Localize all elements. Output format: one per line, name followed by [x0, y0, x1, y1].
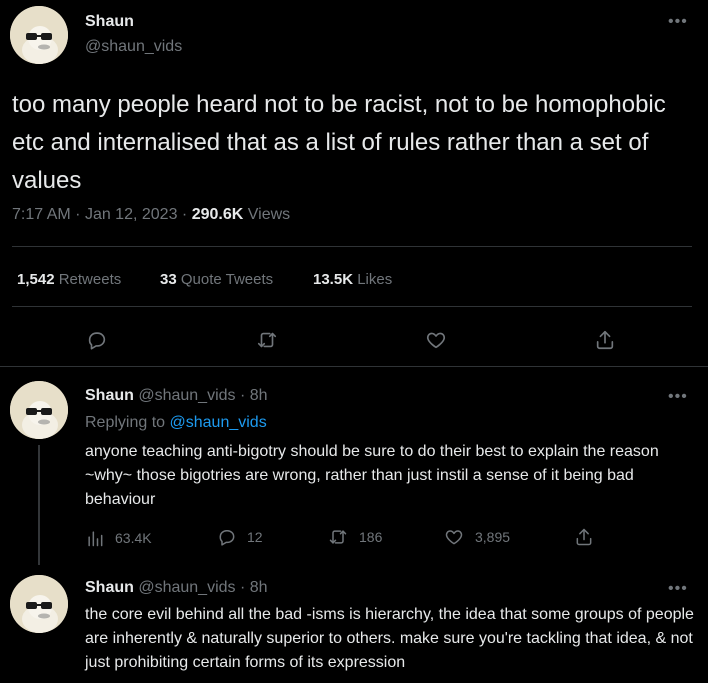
quotes-count: 33	[160, 271, 177, 288]
like-count: 3,895	[475, 529, 511, 545]
tweet-text: the core evil behind all the bad -isms i…	[85, 606, 694, 671]
separator: ·	[181, 206, 188, 223]
replying-prefix: Replying to	[85, 414, 166, 431]
replying-to: Replying to @shaun_vids	[85, 414, 267, 432]
retweet-count: 186	[359, 529, 383, 545]
quotes-stat[interactable]: 33 Quote Tweets	[160, 271, 273, 288]
divider	[12, 246, 692, 247]
tweet-age[interactable]: 8h	[250, 579, 268, 596]
reply-icon	[217, 527, 237, 547]
like-icon	[443, 527, 465, 547]
like-icon[interactable]	[424, 329, 448, 351]
retweet-icon	[327, 527, 349, 547]
retweets-label: Retweets	[58, 271, 122, 288]
divider	[0, 366, 708, 367]
more-options-icon[interactable]: •••	[668, 580, 688, 598]
more-options-icon[interactable]: •••	[668, 13, 688, 31]
views-count: 290.6K	[191, 206, 244, 223]
retweet-icon[interactable]	[255, 329, 279, 351]
more-options-icon[interactable]: •••	[668, 388, 688, 406]
reply-header: Shaun @shaun_vids · 8h	[85, 579, 268, 597]
avatar[interactable]	[10, 575, 68, 633]
avatar[interactable]	[10, 6, 68, 64]
views-icon	[85, 528, 105, 548]
separator: ·	[239, 579, 246, 596]
separator: ·	[75, 206, 81, 223]
author-name[interactable]: Shaun	[85, 579, 134, 596]
share-icon[interactable]	[574, 526, 594, 548]
tweet-meta: 7:17 AM · Jan 12, 2023 · 290.6K Views	[12, 206, 290, 224]
tweet-age[interactable]: 8h	[250, 387, 268, 404]
replying-handle-link[interactable]: @shaun_vids	[170, 414, 267, 431]
likes-count: 13.5K	[313, 271, 354, 288]
tweet-date[interactable]: Jan 12, 2023	[85, 206, 178, 223]
author-handle[interactable]: @shaun_vids	[138, 387, 235, 404]
share-icon[interactable]	[594, 328, 616, 352]
like-action[interactable]: 3,895	[443, 527, 510, 547]
likes-label: Likes	[357, 271, 393, 288]
views-action[interactable]: 63.4K	[85, 528, 152, 548]
likes-stat[interactable]: 13.5K Likes	[313, 271, 392, 288]
reply-count: 12	[247, 529, 263, 545]
divider	[12, 306, 692, 307]
avatar[interactable]	[10, 381, 68, 439]
views-label: Views	[247, 206, 291, 223]
separator: ·	[239, 387, 246, 404]
views-count: 63.4K	[115, 530, 152, 546]
quotes-label: Quote Tweets	[180, 271, 274, 288]
author-handle[interactable]: @shaun_vids	[85, 38, 182, 56]
author-name[interactable]: Shaun	[85, 13, 134, 31]
author-handle[interactable]: @shaun_vids	[138, 579, 235, 596]
retweet-action[interactable]: 186	[327, 527, 382, 547]
reply-icon[interactable]	[86, 329, 108, 351]
tweet-text: too many people heard not to be racist, …	[12, 91, 666, 194]
thread-line	[38, 445, 40, 565]
tweet-text: anyone teaching anti-bigotry should be s…	[85, 443, 659, 508]
author-name[interactable]: Shaun	[85, 387, 134, 404]
retweets-count: 1,542	[17, 271, 55, 288]
reply-header: Shaun @shaun_vids · 8h	[85, 387, 268, 405]
tweet-time[interactable]: 7:17 AM	[12, 206, 71, 223]
reply-action[interactable]: 12	[217, 527, 263, 547]
retweets-stat[interactable]: 1,542 Retweets	[17, 271, 121, 288]
